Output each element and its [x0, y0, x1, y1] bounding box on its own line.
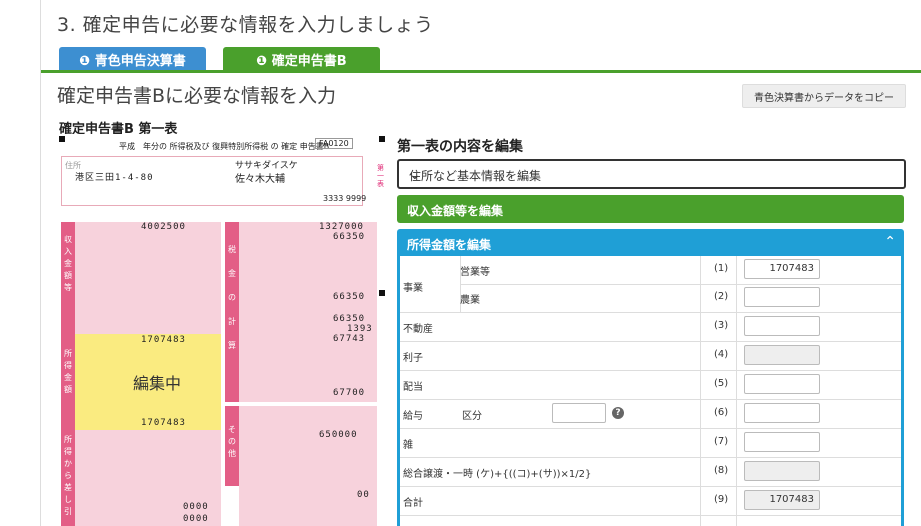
row-num: (5): [714, 378, 729, 389]
tax-value-3: 66350: [333, 292, 366, 302]
row-num: (9): [714, 494, 729, 505]
row-group-label: 利子: [403, 353, 423, 364]
fudousan-input[interactable]: [744, 316, 820, 336]
rishi-input: [744, 345, 820, 365]
row-group-label: 雑: [403, 440, 413, 451]
table-row: 配当 (5): [400, 370, 901, 400]
form-header-text: 平成 年分の 所得税及び 復興特別所得税 の 確定 申告書B: [119, 142, 330, 151]
shotoku-value-1: 1707483: [141, 335, 186, 345]
row-num: (7): [714, 436, 729, 447]
form-address: 港区三田1-4-80: [75, 173, 154, 183]
table-row: 不動産 (3): [400, 312, 901, 342]
chevron-up-icon: ⌃: [884, 234, 896, 250]
tax-form-preview[interactable]: 平成 年分の 所得税及び 復興特別所得税 の 確定 申告書B FA0120 住所…: [57, 134, 387, 526]
tab-underline: [41, 70, 921, 73]
chevron-down-icon: ⌄: [407, 202, 419, 218]
table-row: 利子 (4): [400, 341, 901, 371]
deduction-side-label: 所得から差し引: [64, 435, 72, 516]
haitou-input[interactable]: [744, 374, 820, 394]
step-title: 3. 確定申告に必要な情報を入力しましょう: [57, 14, 434, 36]
row-group-label: 配当: [403, 382, 423, 393]
row-group-label: 合計: [403, 498, 423, 509]
tax-side-label: 税金の計算: [228, 245, 236, 350]
form-code: FA0120: [315, 138, 353, 149]
table-row: 給与 区分 ? (6): [400, 399, 901, 429]
row-num: (1): [714, 263, 729, 274]
form-name: 佐々木大輔: [235, 174, 285, 185]
row-group-label: 給与: [403, 411, 423, 422]
other-side-label: その他: [228, 425, 236, 458]
deduction-value-1: 0000: [183, 502, 209, 512]
shotoku-table: 営業等 (1) 1707483 事業 農業 (2) 不動産 (3) 利子 (4): [400, 256, 901, 526]
row-num: (2): [714, 291, 729, 302]
shotoku-total: 1707483: [141, 418, 186, 428]
tax-value-6: 67743: [333, 334, 366, 344]
registration-mark: [59, 136, 65, 142]
panel-title: 第一表の内容を編集: [397, 139, 523, 155]
page-frame: 3. 確定申告に必要な情報を入力しましょう ❶ 青色申告決算書 ❶ 確定申告書B…: [40, 0, 921, 526]
row-num: (6): [714, 407, 729, 418]
goukei-input: 1707483: [744, 490, 820, 510]
row-label: 農業: [460, 295, 480, 306]
accordion-income[interactable]: 収入金額等を編集 ⌄: [397, 195, 904, 223]
deduction-value-2: 0000: [183, 514, 209, 524]
tax-value-1: 1327000: [319, 222, 364, 232]
tax-rows: [239, 222, 377, 402]
accordion-basic-info[interactable]: 住所など基本情報を編集 ⌄: [397, 159, 906, 189]
row-label: 区分: [462, 411, 482, 422]
era-side-label: 第一表: [377, 164, 384, 188]
row-label: 営業等: [460, 267, 490, 278]
tab-final-return-b[interactable]: ❶ 確定申告書B: [223, 47, 380, 71]
income-value-1: 4002500: [141, 222, 186, 232]
tax-value-7: 67700: [333, 388, 366, 398]
kyuuyo-input[interactable]: [744, 403, 820, 423]
zatsu-input[interactable]: [744, 432, 820, 452]
shotoku-side-label: 所得金額: [64, 349, 72, 394]
nougyou-input[interactable]: [744, 287, 820, 307]
tax-value-2: 66350: [333, 232, 366, 242]
chevron-down-icon: ⌄: [409, 167, 421, 183]
income-side-label: 収入金額等: [64, 235, 72, 292]
row-group-label: 不動産: [403, 324, 433, 335]
tab-blue-return[interactable]: ❶ 青色申告決算書: [59, 47, 206, 71]
registration-mark: [379, 136, 385, 142]
table-row: 営業等 (1) 1707483: [460, 256, 901, 285]
other-value-1: 650000: [319, 430, 358, 440]
table-row: 農業 (2): [400, 284, 901, 313]
eigyou-input[interactable]: 1707483: [744, 259, 820, 279]
kyuuyo-kubun-input[interactable]: [552, 403, 606, 423]
accordion-shotoku[interactable]: 所得金額を編集 ⌃ 営業等 (1) 1707483 事業 農業 (2) 不動産 …: [397, 229, 904, 526]
tax-value-5: 1393: [347, 324, 373, 334]
row-num: (3): [714, 320, 729, 331]
registration-mark: [379, 290, 385, 296]
table-row: 雑 (7): [400, 428, 901, 458]
question-circle-icon[interactable]: ?: [612, 407, 624, 419]
editing-label: 編集中: [133, 374, 182, 393]
table-row: 合計 (9) 1707483: [400, 486, 901, 516]
form-phone: 3333 9999: [323, 194, 367, 203]
sougou-jouto-input: [744, 461, 820, 481]
section-title: 確定申告書Bに必要な情報を入力: [57, 85, 337, 107]
row-num: (4): [714, 349, 729, 360]
other-value-2: 00: [357, 490, 370, 500]
row-num: (8): [714, 465, 729, 476]
income-rows: [75, 222, 221, 334]
copy-from-blue-return-button[interactable]: 青色決算書からデータをコピー: [742, 84, 906, 108]
accordion-shotoku-label: 所得金額を編集: [407, 238, 492, 252]
row-group-label: 総合譲渡・一時 (ケ)+{((コ)+(サ))×1/2}: [403, 469, 592, 480]
other-rows: [239, 406, 377, 526]
tax-value-4: 66350: [333, 314, 366, 324]
table-row: 総合譲渡・一時 (ケ)+{((コ)+(サ))×1/2} (8): [400, 457, 901, 487]
